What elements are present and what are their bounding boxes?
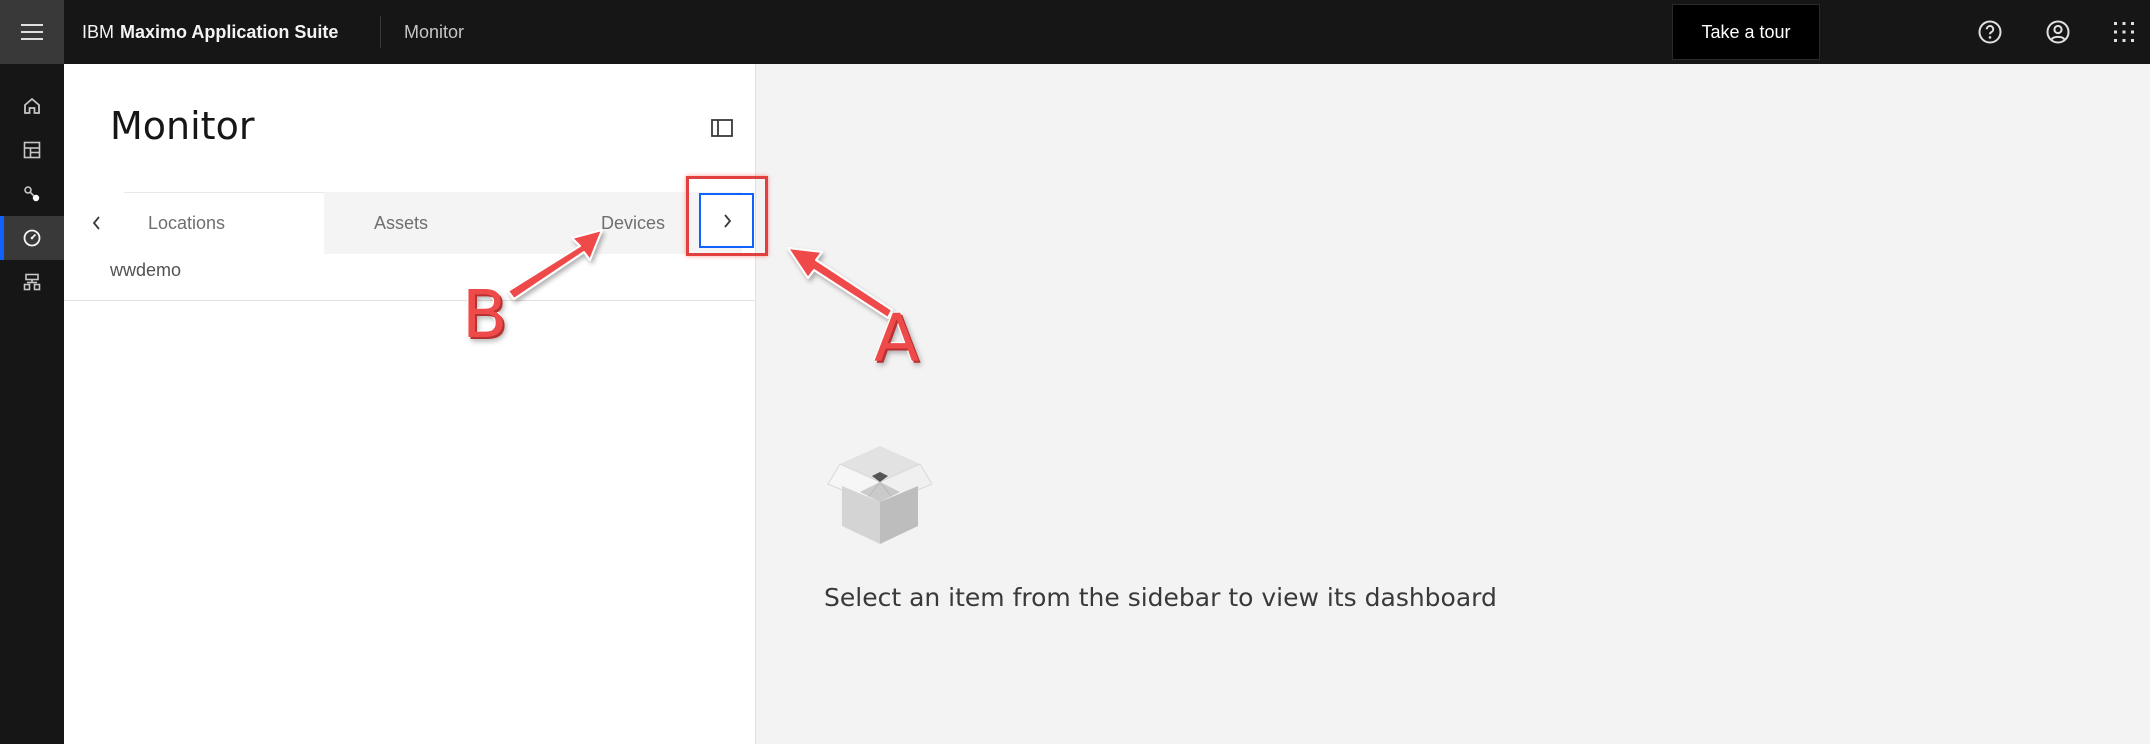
side-nav-rail [0, 64, 64, 744]
dashboard-icon [23, 141, 41, 159]
hierarchy-icon [23, 273, 41, 291]
annotation-highlight-box [686, 176, 768, 256]
header-divider [380, 16, 381, 48]
collapse-sidebar-button[interactable] [704, 110, 740, 146]
site-list-item[interactable]: wwdemo [110, 260, 181, 281]
annotation-label-a: A [874, 300, 920, 377]
chevron-left-icon [92, 216, 100, 230]
tab-label: Assets [374, 212, 429, 233]
home-icon [24, 97, 40, 114]
connection-icon [24, 186, 40, 202]
rail-item-home[interactable] [0, 84, 64, 128]
help-button[interactable] [1970, 12, 2010, 52]
empty-state-message: Select an item from the sidebar to view … [824, 583, 1497, 612]
side-panel-icon [711, 119, 733, 137]
meter-icon [23, 229, 41, 247]
brand-ibm: IBM [82, 21, 115, 42]
top-header: IBM Maximo Application Suite Monitor Tak… [0, 0, 2150, 64]
sidebar-title: Monitor [110, 104, 255, 148]
annotation-label-b: B [462, 276, 508, 353]
brand-suite-name: Maximo Application Suite [120, 21, 339, 42]
empty-box-illustration [827, 446, 933, 544]
product-name[interactable]: IBM Maximo Application Suite [82, 0, 338, 64]
monitor-sidebar: Monitor Locations Assets Devices wwdemo [64, 64, 768, 744]
user-profile-icon [2046, 20, 2070, 44]
app-switcher-icon [2114, 22, 2134, 42]
tab-locations[interactable]: Locations [124, 192, 324, 254]
rail-item-hierarchy[interactable] [0, 260, 64, 304]
rail-item-dashboards[interactable] [0, 128, 64, 172]
tab-scroll-left-button[interactable] [78, 192, 116, 254]
rail-item-monitor[interactable] [0, 216, 64, 260]
help-icon [1978, 20, 2002, 44]
divider [64, 300, 756, 301]
tab-assets[interactable]: Assets [374, 192, 524, 254]
menu-icon [21, 24, 43, 40]
tab-label: Devices [601, 212, 666, 233]
tab-devices[interactable]: Devices [601, 192, 697, 254]
app-switcher-button[interactable] [2104, 12, 2144, 52]
rail-item-setup[interactable] [0, 172, 64, 216]
tab-label: Locations [148, 213, 226, 233]
take-a-tour-button[interactable]: Take a tour [1672, 4, 1820, 60]
hamburger-menu-button[interactable] [0, 0, 64, 64]
user-profile-button[interactable] [2038, 12, 2078, 52]
app-name: Monitor [404, 21, 465, 42]
